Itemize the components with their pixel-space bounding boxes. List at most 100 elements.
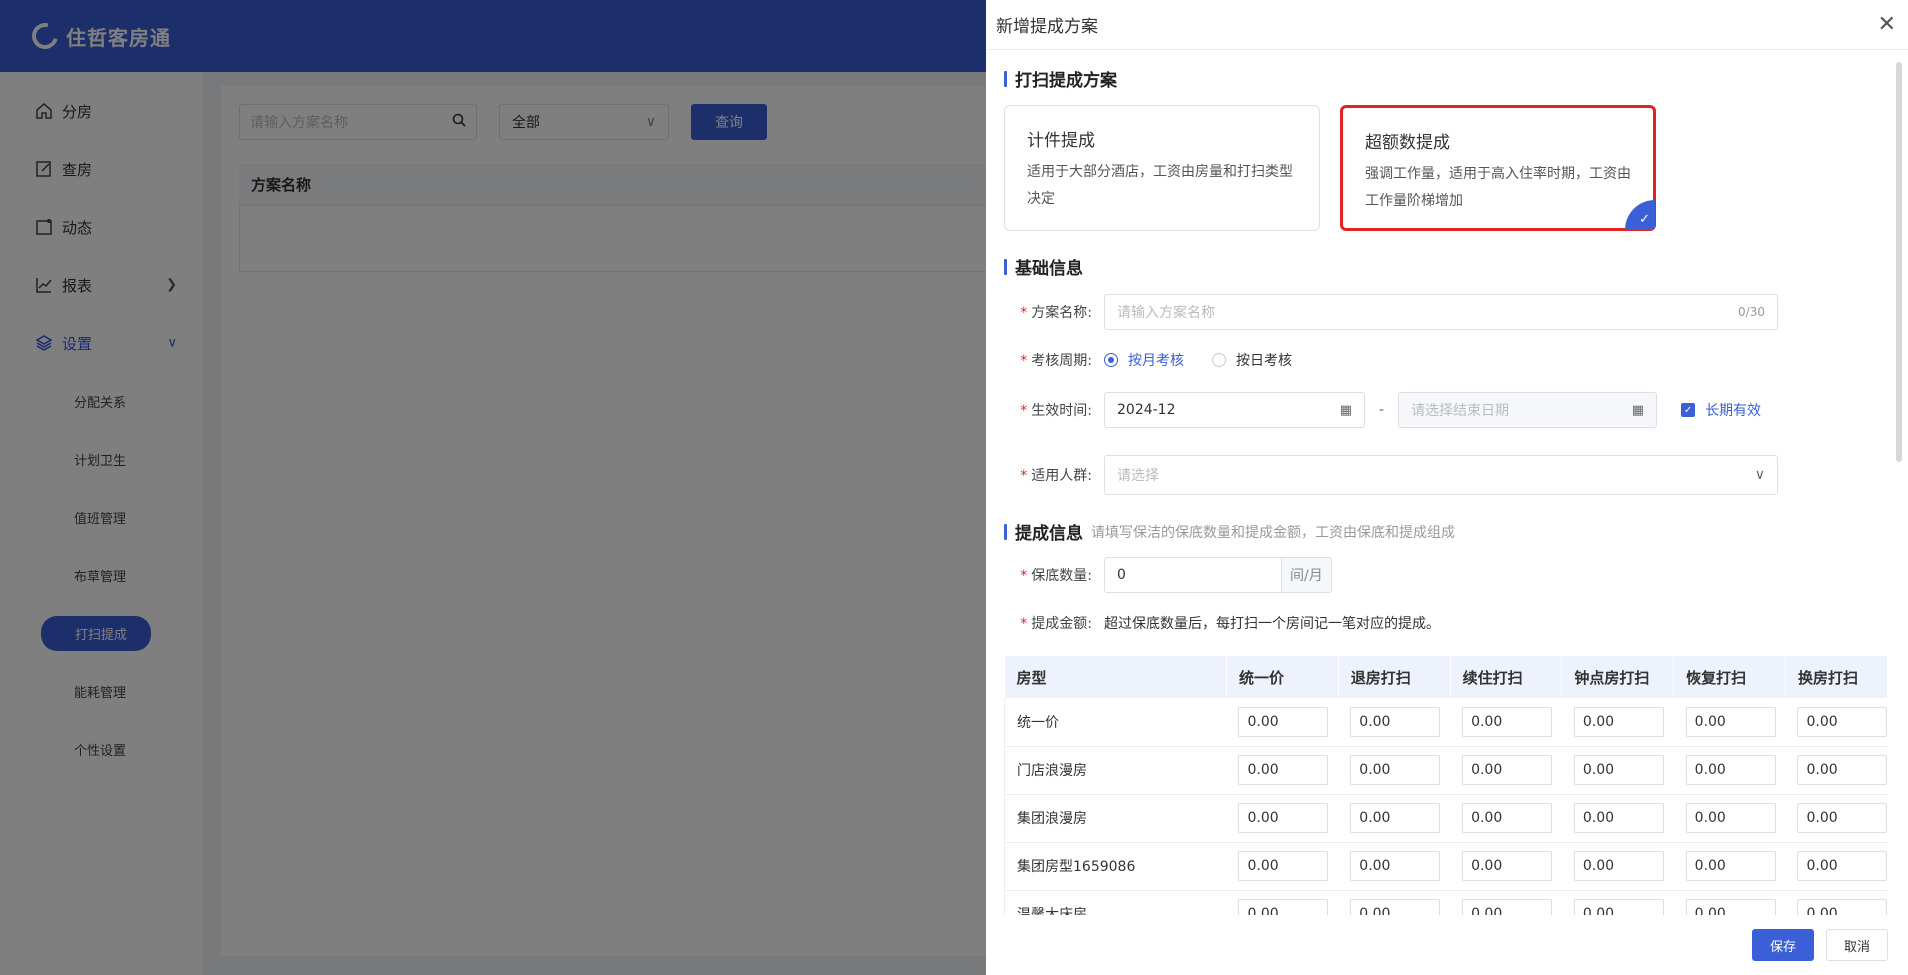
group-placeholder: 请选择 — [1117, 468, 1159, 484]
section-plan-type: 打扫提成方案 — [1004, 66, 1117, 91]
cycle-label: * 考核周期: — [1020, 353, 1092, 369]
calendar-icon: ▦ — [1339, 402, 1352, 418]
rate-input[interactable]: 0.00 — [1797, 755, 1888, 785]
form-row-plan-name: * 方案名称: 请输入方案名称 0/30 — [1004, 294, 1778, 330]
add-plan-drawer: 新增提成方案 ✕ 打扫提成方案 计件提成 适用于大部分酒店，工资由房量和打扫类型… — [986, 0, 1908, 975]
rate-input[interactable]: 0.00 — [1685, 755, 1776, 785]
header-change: 换房打扫 — [1785, 656, 1889, 698]
rate-input[interactable]: 0.00 — [1238, 851, 1329, 881]
header-room-type: 房型 — [1004, 656, 1227, 698]
base-count-value: 0 — [1117, 567, 1126, 583]
plan-name-input[interactable]: 请输入方案名称 0/30 — [1104, 294, 1778, 330]
rate-input[interactable]: 0.00 — [1462, 755, 1553, 785]
base-count-input[interactable]: 0 — [1104, 557, 1282, 593]
rate-input[interactable]: 0.00 — [1350, 899, 1441, 915]
header-stayover: 续住打扫 — [1450, 656, 1563, 698]
plan-name-placeholder: 请输入方案名称 — [1117, 305, 1215, 321]
room-type-name: 统一价 — [1004, 698, 1227, 747]
section-basic-info: 基础信息 — [1004, 254, 1083, 279]
checkbox-check-icon: ✓ — [1681, 403, 1696, 417]
card-title: 计件提成 — [1027, 131, 1095, 151]
plan-card-piecework[interactable]: 计件提成 适用于大部分酒店，工资由房量和打扫类型决定 — [1004, 105, 1320, 231]
section-basic-info-label: 基础信息 — [1015, 259, 1083, 279]
commission-hint: 请填写保洁的保底数量和提成金额，工资由保底和提成组成 — [1091, 524, 1455, 541]
table-row: 门店浪漫房 0.00 0.00 0.00 0.00 0.00 0.00 — [1004, 746, 1888, 795]
plan-card-overquota[interactable]: 超额数提成 强调工作量，适用于高入住率时期，工资由工作量阶梯增加 ✓ — [1340, 105, 1656, 231]
rate-input[interactable]: 0.00 — [1238, 755, 1329, 785]
table-row: 统一价 0.00 0.00 0.00 0.00 0.00 0.00 — [1004, 698, 1888, 747]
base-count-label: * 保底数量: — [1020, 568, 1092, 584]
rate-input[interactable]: 0.00 — [1797, 803, 1888, 833]
rate-input[interactable]: 0.00 — [1573, 755, 1664, 785]
rate-input[interactable]: 0.00 — [1350, 851, 1441, 881]
room-type-name: 温馨大床房 — [1004, 890, 1227, 915]
rate-input[interactable]: 0.00 — [1350, 706, 1441, 737]
form-row-effective: * 生效时间: 2024-12 ▦ - 请选择结束日期 ▦ ✓ 长期有效 — [1004, 392, 1761, 428]
card-title: 超额数提成 — [1365, 133, 1450, 153]
group-select[interactable]: 请选择 ∨ — [1104, 455, 1778, 495]
header-restore: 恢复打扫 — [1673, 656, 1786, 698]
section-plan-type-label: 打扫提成方案 — [1015, 71, 1117, 91]
room-type-name: 集团房型1659086 — [1004, 842, 1227, 891]
rate-input[interactable]: 0.00 — [1685, 851, 1776, 881]
card-desc: 强调工作量，适用于高入住率时期，工资由工作量阶梯增加 — [1365, 166, 1631, 209]
card-desc: 适用于大部分酒店，工资由房量和打扫类型决定 — [1027, 164, 1293, 207]
header-checkout: 退房打扫 — [1338, 656, 1451, 698]
radio-dot — [1104, 353, 1118, 367]
base-count-unit: 间/月 — [1282, 557, 1332, 593]
rate-input[interactable]: 0.00 — [1238, 803, 1329, 833]
table-row: 集团浪漫房 0.00 0.00 0.00 0.00 0.00 0.00 — [1004, 794, 1888, 843]
rate-input[interactable]: 0.00 — [1573, 851, 1664, 881]
drawer-title: 新增提成方案 — [996, 17, 1098, 37]
close-icon[interactable]: ✕ — [1878, 13, 1896, 36]
rate-input[interactable]: 0.00 — [1685, 899, 1776, 915]
drawer-footer: 保存 取消 — [986, 915, 1908, 975]
rate-input[interactable]: 0.00 — [1238, 706, 1329, 737]
form-row-base-count: * 保底数量: 0 间/月 — [1004, 557, 1332, 593]
end-date-input[interactable]: 请选择结束日期 ▦ — [1398, 392, 1658, 428]
rate-table: 房型 统一价 退房打扫 续住打扫 钟点房打扫 恢复打扫 换房打扫 统一价 0.0… — [1004, 656, 1889, 915]
long-term-checkbox[interactable]: ✓ 长期有效 — [1681, 400, 1761, 420]
start-date-value: 2024-12 — [1117, 402, 1176, 418]
drawer-header: 新增提成方案 ✕ — [986, 0, 1908, 50]
radio-daily[interactable]: 按日考核 — [1212, 350, 1292, 370]
rate-input[interactable]: 0.00 — [1797, 899, 1888, 915]
rate-input[interactable]: 0.00 — [1462, 803, 1553, 833]
room-type-name: 门店浪漫房 — [1004, 746, 1227, 795]
plan-name-label: * 方案名称: — [1020, 305, 1092, 321]
rate-input[interactable]: 0.00 — [1573, 803, 1664, 833]
form-row-amount: * 提成金额: 超过保底数量后，每打扫一个房间记一笔对应的提成。 — [1004, 610, 1440, 636]
app-root: 住哲客房通 分房 查房 动态 — [0, 0, 1908, 975]
effective-label: * 生效时间: — [1020, 403, 1092, 419]
rate-input[interactable]: 0.00 — [1350, 803, 1441, 833]
drawer-scrollbar[interactable] — [1896, 62, 1902, 462]
radio-monthly[interactable]: 按月考核 — [1104, 350, 1184, 370]
rate-input[interactable]: 0.00 — [1685, 803, 1776, 833]
section-commission: 提成信息 请填写保洁的保底数量和提成金额，工资由保底和提成组成 — [1004, 519, 1455, 544]
rate-input[interactable]: 0.00 — [1462, 899, 1553, 915]
room-type-name: 集团浪漫房 — [1004, 794, 1227, 843]
rate-input[interactable]: 0.00 — [1238, 899, 1329, 915]
rate-input[interactable]: 0.00 — [1462, 706, 1553, 737]
save-button[interactable]: 保存 — [1752, 929, 1814, 961]
cancel-button[interactable]: 取消 — [1826, 929, 1888, 961]
form-row-group: * 适用人群: 请选择 ∨ — [1004, 455, 1778, 495]
rate-input[interactable]: 0.00 — [1797, 851, 1888, 881]
header-hourly: 钟点房打扫 — [1561, 656, 1675, 698]
rate-input[interactable]: 0.00 — [1685, 706, 1776, 737]
table-row: 集团房型1659086 0.00 0.00 0.00 0.00 0.00 0.0… — [1004, 842, 1888, 891]
rate-input[interactable]: 0.00 — [1350, 755, 1441, 785]
char-counter: 0/30 — [1738, 305, 1765, 319]
start-date-input[interactable]: 2024-12 ▦ — [1104, 392, 1365, 428]
table-row: 温馨大床房 0.00 0.00 0.00 0.00 0.00 0.00 — [1004, 890, 1888, 915]
rate-input[interactable]: 0.00 — [1797, 706, 1888, 737]
rate-input[interactable]: 0.00 — [1573, 706, 1664, 737]
form-row-cycle: * 考核周期: 按月考核 按日考核 — [1004, 342, 1320, 378]
rate-input[interactable]: 0.00 — [1573, 899, 1664, 915]
calendar-icon: ▦ — [1631, 402, 1645, 418]
radio-dot — [1212, 353, 1226, 367]
chevron-down-icon: ∨ — [1754, 467, 1765, 483]
rate-input[interactable]: 0.00 — [1462, 851, 1553, 881]
group-label: * 适用人群: — [1020, 468, 1092, 484]
section-commission-label: 提成信息 — [1015, 524, 1083, 544]
